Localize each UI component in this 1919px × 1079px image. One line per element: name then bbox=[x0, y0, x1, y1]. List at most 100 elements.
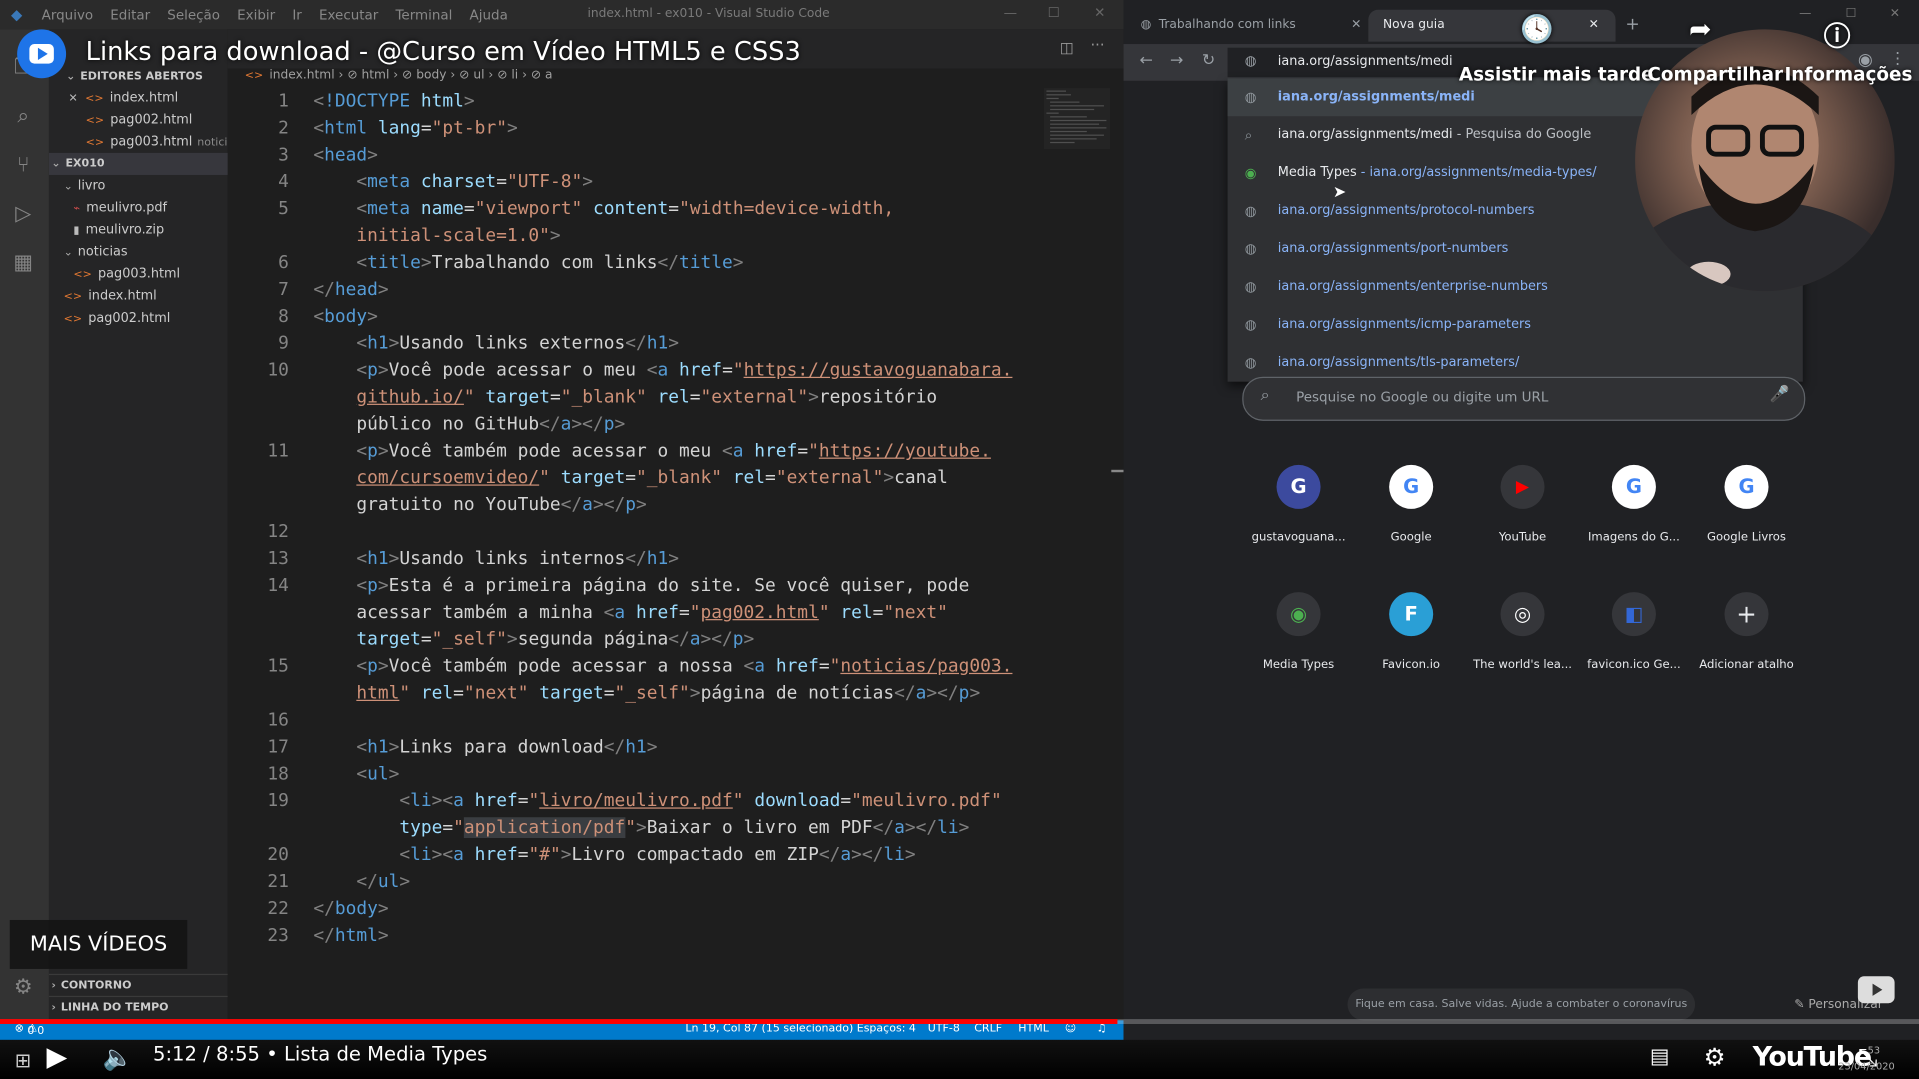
menu-selecao[interactable]: Seleção bbox=[167, 7, 220, 23]
close-icon[interactable]: ✕ bbox=[69, 93, 78, 105]
more-videos-button[interactable]: MAIS VÍDEOS bbox=[9, 919, 188, 969]
menu-exibir[interactable]: Exibir bbox=[237, 7, 275, 23]
google-icon: G bbox=[1389, 464, 1434, 509]
line-number: 11 bbox=[267, 440, 289, 462]
line-number: 18 bbox=[267, 763, 289, 785]
menu-ir[interactable]: Ir bbox=[292, 7, 302, 23]
ntp-search-box[interactable]: ⌕ Pesquise no Google ou digite um URL 🎤 bbox=[1242, 376, 1806, 421]
play-icon[interactable]: ▶ bbox=[47, 1042, 68, 1073]
share-button[interactable]: Compartilhar bbox=[1647, 64, 1783, 86]
minimize-icon[interactable]: — bbox=[1799, 7, 1811, 20]
close-icon[interactable]: ✕ bbox=[1351, 10, 1361, 42]
end-of-line[interactable]: CRLF bbox=[974, 1023, 1002, 1035]
tree-file[interactable]: ⌁ meulivro.pdf bbox=[73, 197, 167, 219]
back-icon[interactable]: ← bbox=[1139, 51, 1152, 69]
more-actions-icon[interactable]: ··· bbox=[1090, 37, 1104, 54]
omnibox-text[interactable]: iana.org/assignments/medi bbox=[1278, 54, 1453, 69]
notifications-icon[interactable]: ♫ bbox=[1097, 1023, 1107, 1035]
shortcut-tile[interactable]: ◎ The world's lea... bbox=[1470, 592, 1575, 672]
problems-indicator[interactable]: ⊗ 0 ⚠ 0 bbox=[15, 1023, 45, 1038]
close-icon[interactable]: ✕ bbox=[1589, 10, 1599, 42]
html-file-icon: <> bbox=[63, 291, 83, 304]
menu-ajuda[interactable]: Ajuda bbox=[470, 7, 508, 23]
menu-arquivo[interactable]: Arquivo bbox=[42, 7, 94, 23]
volume-icon[interactable]: 🔈 bbox=[103, 1042, 133, 1071]
scrollbar-thumb[interactable] bbox=[1111, 469, 1124, 473]
clock-icon[interactable]: 🕓 bbox=[1520, 15, 1554, 46]
close-icon[interactable]: ✕ bbox=[1890, 7, 1900, 20]
reload-icon[interactable]: ↻ bbox=[1202, 51, 1215, 69]
code-line: <!DOCTYPE html> bbox=[313, 90, 475, 112]
youtube-watermark-icon[interactable] bbox=[1857, 976, 1895, 1004]
split-editor-icon[interactable]: ◫ bbox=[1060, 39, 1074, 56]
feedback-icon[interactable]: ☺ bbox=[1065, 1023, 1076, 1035]
forward-icon[interactable]: → bbox=[1170, 51, 1183, 69]
open-editor-item[interactable]: ✕ <> index.html bbox=[69, 87, 179, 109]
tab-trabalhando-com-links[interactable]: ◍ Trabalhando com links ✕ bbox=[1141, 10, 1362, 42]
encoding[interactable]: UTF-8 bbox=[928, 1023, 960, 1035]
source-control-icon[interactable]: ⑂ bbox=[10, 152, 37, 179]
tree-file[interactable]: ▮ meulivro.zip bbox=[73, 219, 164, 241]
project-header[interactable]: ⌄ EX010 bbox=[48, 152, 231, 175]
cursor-position[interactable]: Ln 19, Col 87 (15 selecionado) bbox=[685, 1023, 853, 1035]
share-icon[interactable]: ➦ bbox=[1689, 15, 1712, 46]
info-button[interactable]: Informações bbox=[1784, 64, 1912, 86]
code-line: target="_self">segunda página</a></p> bbox=[356, 628, 755, 650]
ntp-promo-message[interactable]: Fique em casa. Salve vidas. Ajude a comb… bbox=[1347, 988, 1696, 1021]
settings-gear-icon[interactable]: ⚙ bbox=[1704, 1042, 1726, 1071]
tab-nova-guia[interactable]: Nova guia ✕ bbox=[1368, 9, 1616, 42]
shortcut-tile[interactable]: G Google bbox=[1359, 464, 1464, 544]
suggestion-item[interactable]: ◍ iana.org/assignments/icmp-parameters bbox=[1228, 306, 1803, 344]
minimize-icon[interactable]: — bbox=[1004, 5, 1017, 21]
open-editor-item[interactable]: <> pag003.html noticias bbox=[86, 131, 240, 153]
menu-editar[interactable]: Editar bbox=[110, 7, 150, 23]
info-icon[interactable]: ⓘ bbox=[1824, 15, 1851, 54]
add-shortcut-tile[interactable]: + Adicionar atalho bbox=[1694, 592, 1799, 672]
elapsed-duration: 5:12 / 8:55 bbox=[152, 1042, 260, 1066]
menu-terminal[interactable]: Terminal bbox=[395, 7, 452, 23]
shortcut-tile[interactable]: F Favicon.io bbox=[1359, 592, 1464, 672]
tree-folder[interactable]: ⌄ livro bbox=[64, 175, 106, 197]
watch-later-button[interactable]: Assistir mais tarde bbox=[1459, 64, 1654, 86]
chapter-title[interactable]: • Lista de Media Types bbox=[266, 1042, 487, 1065]
shortcut-tile[interactable]: G gustavoguana... bbox=[1246, 464, 1351, 544]
menu-executar[interactable]: Executar bbox=[319, 7, 378, 23]
shortcut-tile[interactable]: G Google Livros bbox=[1694, 464, 1799, 544]
chevron-down-icon: ⌄ bbox=[51, 157, 61, 171]
subtitles-icon[interactable]: ▤ bbox=[1650, 1045, 1670, 1069]
shortcut-tile[interactable]: ◧ favicon.ico Ge... bbox=[1581, 592, 1686, 672]
close-icon[interactable]: ✕ bbox=[1094, 5, 1105, 21]
settings-gear-icon[interactable]: ⚙ bbox=[10, 974, 37, 1001]
extensions-icon[interactable]: ▦ bbox=[10, 250, 37, 277]
language-mode[interactable]: HTML bbox=[1018, 1023, 1049, 1035]
media-types-favicon-icon: ◉ bbox=[1244, 165, 1257, 182]
shortcut-tile[interactable]: G Imagens do G... bbox=[1581, 464, 1686, 544]
tree-folder[interactable]: ⌄ noticias bbox=[64, 241, 128, 263]
tree-file[interactable]: <> pag003.html bbox=[73, 263, 180, 285]
open-editor-item[interactable]: <> pag002.html bbox=[86, 109, 193, 131]
chevron-right-icon: › bbox=[51, 979, 56, 993]
maximize-icon[interactable]: ☐ bbox=[1048, 5, 1060, 21]
chevron-down-icon: ⌄ bbox=[66, 70, 76, 84]
tree-file[interactable]: <> index.html bbox=[64, 285, 157, 307]
indentation[interactable]: Espaços: 4 bbox=[857, 1023, 916, 1035]
channel-avatar[interactable] bbox=[17, 29, 67, 79]
microphone-icon[interactable]: 🎤 bbox=[1770, 385, 1790, 403]
line-number: 12 bbox=[267, 521, 289, 542]
new-tab-icon[interactable]: + bbox=[1625, 15, 1639, 35]
search-icon[interactable]: ⌕ bbox=[10, 103, 37, 130]
code-editor[interactable]: ◫ ··· <> index.html › ⊘ html › ⊘ body › ⊘… bbox=[227, 29, 1124, 1021]
video-title[interactable]: Links para download - @Curso em Vídeo HT… bbox=[86, 37, 801, 66]
code-line: </html> bbox=[313, 924, 389, 946]
run-debug-icon[interactable]: ▷ bbox=[10, 201, 37, 228]
tree-file[interactable]: <> pag002.html bbox=[64, 307, 171, 329]
code-line: type="application/pdf">Baixar o livro em… bbox=[399, 817, 970, 839]
shortcut-tile[interactable]: ▶ YouTube bbox=[1470, 464, 1575, 544]
outline-header[interactable]: › CONTORNO bbox=[48, 973, 231, 997]
shortcut-tile[interactable]: ◉ Media Types bbox=[1246, 592, 1351, 672]
open-editors-header[interactable]: ⌄ EDITORES ABERTOS bbox=[49, 66, 245, 88]
line-number: 19 bbox=[267, 790, 289, 812]
timeline-header[interactable]: › LINHA DO TEMPO bbox=[48, 995, 231, 1019]
minimap[interactable] bbox=[1043, 88, 1111, 150]
windows-start-icon[interactable]: ⊞ bbox=[15, 1048, 31, 1071]
